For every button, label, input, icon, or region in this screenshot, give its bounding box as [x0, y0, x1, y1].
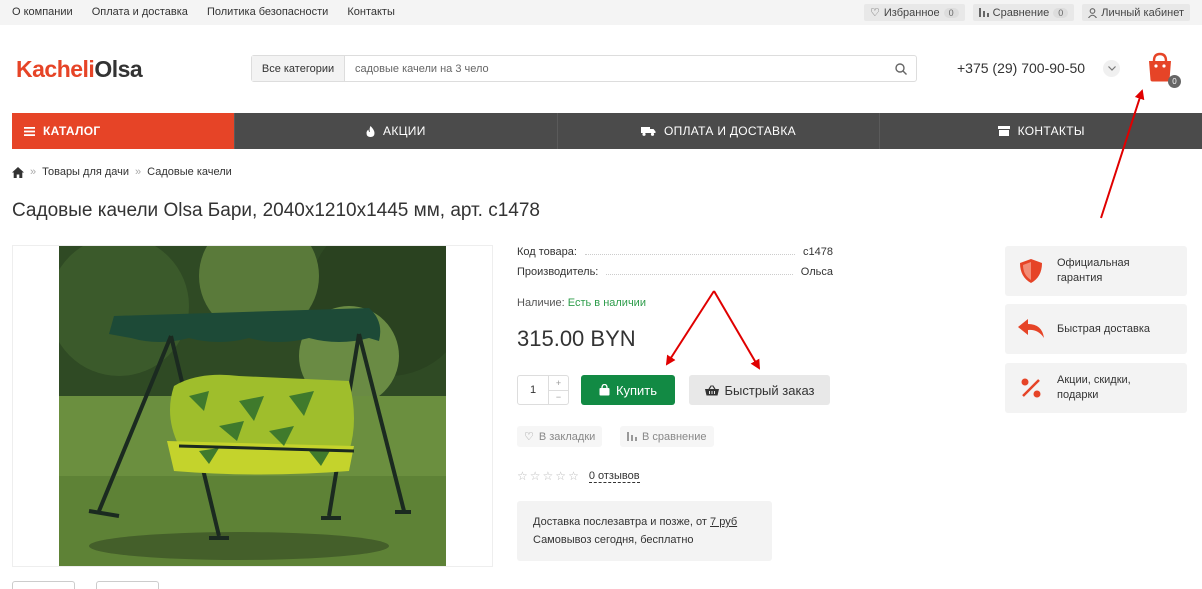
- store-icon: [997, 126, 1010, 136]
- star-icon[interactable]: ☆: [517, 469, 528, 483]
- shield-icon: [1005, 258, 1057, 284]
- reviews-link[interactable]: 0 отзывов: [588, 470, 640, 483]
- product-price: 315.00 BYN: [517, 326, 636, 351]
- delivery-price-link[interactable]: 7 руб: [710, 516, 737, 528]
- product-image[interactable]: [59, 246, 446, 566]
- product-code: с1478: [803, 246, 833, 258]
- annotation-arrow: [713, 290, 761, 370]
- add-compare-button[interactable]: В сравнение: [620, 426, 714, 447]
- compare-count: 0: [1053, 7, 1069, 18]
- search-bar: Все категории: [251, 55, 917, 82]
- thumbnail[interactable]: [96, 581, 159, 589]
- annotation-arrow: [665, 290, 715, 366]
- basket-icon: [704, 384, 719, 395]
- buy-button[interactable]: Купить: [581, 375, 675, 405]
- phone-number[interactable]: +375 (29) 700-90-50: [957, 60, 1085, 76]
- heart-icon: ♡: [524, 431, 534, 443]
- star-icon[interactable]: ☆: [543, 469, 554, 483]
- star-icon[interactable]: ☆: [555, 469, 566, 483]
- return-arrow-icon: [1005, 318, 1057, 340]
- bookmark-button[interactable]: ♡ В закладки: [517, 426, 603, 447]
- breadcrumb-item[interactable]: Товары для дачи: [42, 166, 129, 178]
- bag-icon: [599, 384, 610, 396]
- catalog-button[interactable]: КАТАЛОГ: [12, 113, 234, 149]
- cart-count: 0: [1168, 75, 1181, 88]
- product-image-box[interactable]: [12, 245, 493, 567]
- breadcrumb-item[interactable]: Садовые качели: [147, 166, 232, 178]
- favorites-count: 0: [943, 7, 959, 18]
- account-button[interactable]: Личный кабинет: [1082, 4, 1190, 21]
- page-title: Садовые качели Olsa Бари, 2040x1210x1445…: [12, 200, 540, 221]
- search-input[interactable]: [345, 56, 886, 81]
- home-icon[interactable]: [12, 166, 24, 178]
- main-nav: КАТАЛОГ АКЦИИ ОПЛАТА И ДОСТАВКА КОНТАКТЫ: [12, 113, 1202, 149]
- feature-fast-delivery: Быстрая доставка: [1005, 304, 1187, 354]
- quantity-stepper[interactable]: 1 + −: [517, 375, 569, 405]
- favorites-button[interactable]: ♡ Избранное 0: [864, 4, 965, 21]
- annotation-arrow: [1100, 89, 1145, 219]
- fire-icon: [366, 125, 375, 137]
- prop-code: Код товара: с1478: [517, 246, 833, 258]
- truck-icon: [641, 127, 656, 136]
- feature-warranty: Официальная гарантия: [1005, 246, 1187, 296]
- heart-icon: ♡: [870, 7, 880, 19]
- quantity-value[interactable]: 1: [518, 376, 548, 404]
- star-icon[interactable]: ☆: [530, 469, 541, 483]
- top-link-contacts[interactable]: Контакты: [347, 6, 395, 18]
- top-link-about[interactable]: О компании: [12, 6, 73, 18]
- top-link-payment[interactable]: Оплата и доставка: [92, 6, 188, 18]
- nav-item-contacts[interactable]: КОНТАКТЫ: [879, 113, 1202, 149]
- top-bar: О компании Оплата и доставка Политика бе…: [0, 0, 1202, 25]
- top-links: О компании Оплата и доставка Политика бе…: [12, 6, 411, 18]
- search-icon[interactable]: [886, 62, 916, 75]
- rating: ☆ ☆ ☆ ☆ ☆ 0 отзывов: [517, 469, 640, 483]
- site-logo[interactable]: KacheliOlsa: [16, 56, 143, 83]
- percent-icon: [1005, 377, 1057, 399]
- menu-icon: [24, 126, 35, 136]
- star-icon[interactable]: ☆: [568, 469, 579, 483]
- search-category-select[interactable]: Все категории: [252, 56, 345, 81]
- availability: Наличие: Есть в наличии: [517, 297, 646, 309]
- thumbnail[interactable]: [12, 581, 75, 589]
- feature-promotions: Акции, скидки, подарки: [1005, 363, 1187, 413]
- bar-chart-icon: [978, 8, 989, 17]
- availability-status: Есть в наличии: [567, 297, 646, 309]
- minus-icon[interactable]: −: [549, 389, 568, 405]
- chevron-down-icon[interactable]: [1103, 60, 1120, 77]
- breadcrumb: » Товары для дачи » Садовые качели: [12, 166, 232, 178]
- delivery-info: Доставка послезавтра и позже, от 7 руб С…: [517, 501, 772, 561]
- user-icon: [1088, 7, 1098, 18]
- top-link-privacy[interactable]: Политика безопасности: [207, 6, 328, 18]
- prop-manufacturer: Производитель: Ольса: [517, 266, 833, 278]
- manufacturer: Ольса: [800, 266, 833, 278]
- bar-chart-icon: [627, 432, 637, 441]
- plus-icon[interactable]: +: [549, 376, 568, 390]
- compare-button[interactable]: Сравнение 0: [972, 4, 1075, 21]
- top-actions: ♡ Избранное 0 Сравнение 0 Личный кабинет: [864, 4, 1190, 21]
- nav-item-sales[interactable]: АКЦИИ: [234, 113, 557, 149]
- nav-item-payment[interactable]: ОПЛАТА И ДОСТАВКА: [556, 113, 880, 149]
- quick-order-button[interactable]: Быстрый заказ: [689, 375, 830, 405]
